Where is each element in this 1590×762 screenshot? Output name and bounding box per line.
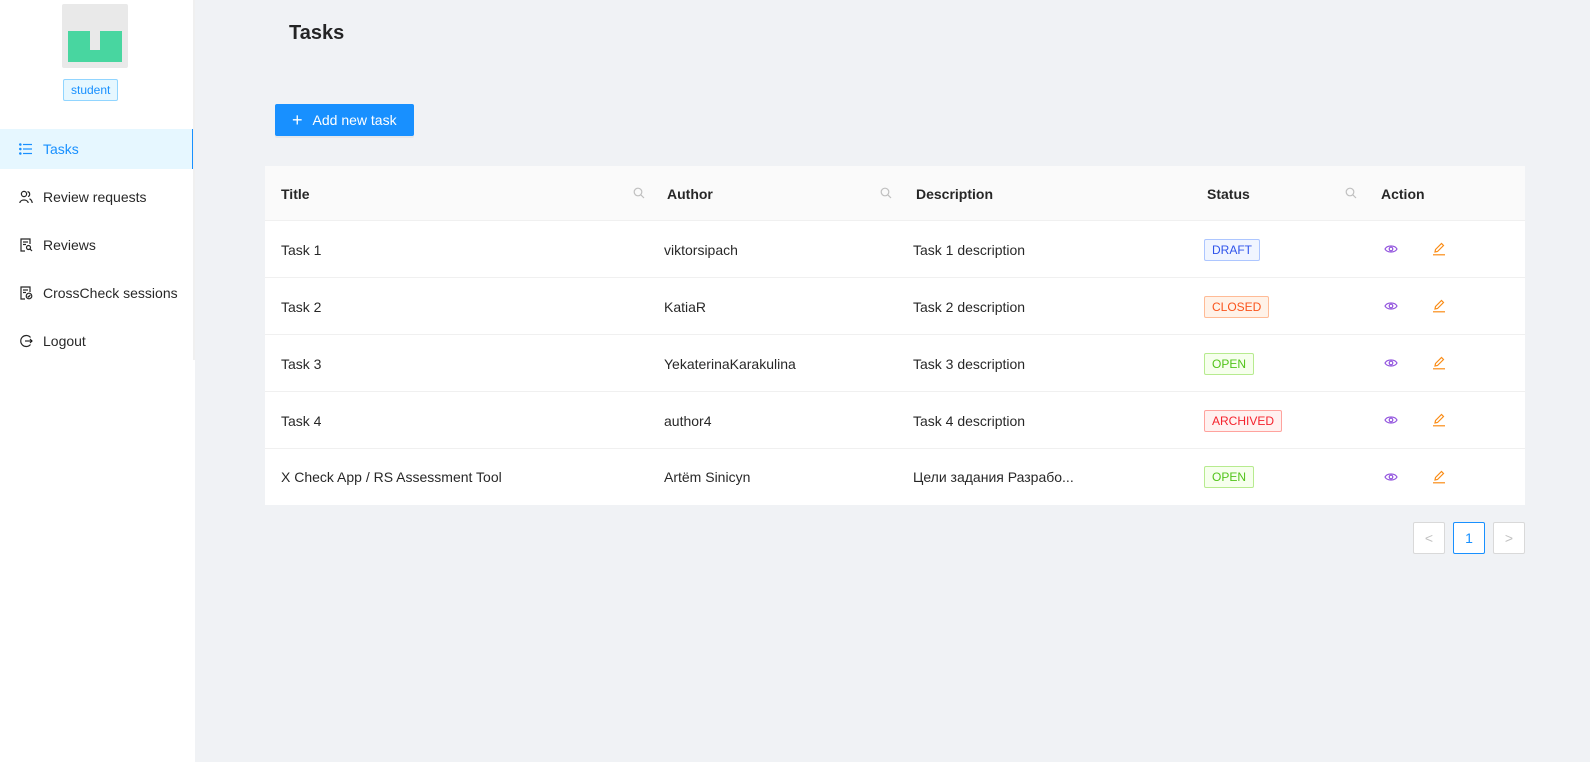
status-badge: CLOSED: [1204, 295, 1270, 318]
add-new-task-button[interactable]: + Add new task: [275, 104, 414, 136]
search-icon[interactable]: [880, 186, 894, 200]
eye-icon[interactable]: [1384, 299, 1400, 315]
status-badge: OPEN: [1204, 352, 1255, 375]
cell-author: author4: [664, 412, 712, 429]
user-group-icon: [18, 189, 34, 205]
cell-description: Task 4 description: [913, 412, 1026, 429]
sidebar-divider: [193, 0, 195, 360]
cell-title: X Check App / RS Assessment Tool: [281, 469, 502, 485]
table-row: Task 3 YekaterinaKarakulina Task 3 descr…: [265, 335, 1525, 392]
edit-icon[interactable]: [1432, 242, 1448, 258]
column-header-description: Description: [916, 185, 994, 202]
sidebar-item-label: Tasks: [43, 141, 79, 157]
table-row: Task 2 KatiaR Task 2 description CLOSED: [265, 278, 1525, 335]
eye-icon[interactable]: [1384, 356, 1400, 372]
pagination-page-1[interactable]: 1: [1453, 522, 1485, 554]
cell-description: Task 3 description: [913, 355, 1026, 372]
status-badge: DRAFT: [1204, 238, 1260, 261]
cell-description: Task 2 description: [913, 298, 1026, 315]
column-header-status: Status: [1207, 185, 1250, 202]
status-badge: OPEN: [1204, 466, 1255, 488]
unordered-list-icon: [18, 141, 34, 157]
table-row: Task 1 viktorsipach Task 1 description D…: [265, 221, 1525, 278]
eye-icon[interactable]: [1384, 470, 1400, 486]
search-icon[interactable]: [633, 186, 647, 200]
add-new-task-label: Add new task: [312, 112, 397, 128]
cell-title: Task 2: [281, 298, 322, 315]
chevron-right-icon: >: [1504, 530, 1514, 546]
table-row: Task 4 author4 Task 4 description ARCHIV…: [265, 392, 1525, 449]
sidebar-item-label: Review requests: [43, 189, 147, 205]
cell-author: KatiaR: [664, 298, 707, 315]
page-title: Tasks: [289, 22, 345, 44]
status-badge: ARCHIVED: [1204, 409, 1283, 432]
sidebar-item-label: Logout: [43, 333, 86, 349]
sidebar-item-review-requests[interactable]: Review requests: [0, 177, 195, 217]
logo-shape: [68, 31, 122, 62]
cell-description: Цели задания Разрабо...: [913, 469, 1074, 485]
cell-author: YekaterinaKarakulina: [664, 355, 796, 372]
eye-icon[interactable]: [1384, 413, 1400, 429]
column-header-title: Title: [281, 185, 310, 202]
column-header-action: Action: [1381, 185, 1425, 202]
table-row: X Check App / RS Assessment Tool Artëm S…: [265, 449, 1525, 505]
sidebar-menu: Tasks Review requests Reviews CrossCheck…: [0, 129, 195, 369]
app-logo[interactable]: [62, 4, 128, 68]
edit-icon[interactable]: [1432, 413, 1448, 429]
cell-title: Task 3: [281, 355, 322, 372]
pagination-next-button[interactable]: >: [1493, 522, 1525, 554]
sidebar-item-crosscheck-sessions[interactable]: CrossCheck sessions: [0, 273, 195, 313]
file-search-icon: [18, 237, 34, 253]
search-icon[interactable]: [1345, 186, 1359, 200]
sidebar-item-reviews[interactable]: Reviews: [0, 225, 195, 265]
cell-title: Task 1: [281, 241, 322, 258]
cell-description: Task 1 description: [913, 241, 1026, 258]
logout-icon: [18, 333, 34, 349]
chevron-left-icon: <: [1424, 530, 1434, 546]
sidebar-item-label: CrossCheck sessions: [43, 285, 178, 301]
role-tag: student: [63, 79, 119, 101]
column-header-author: Author: [667, 185, 713, 202]
cell-author: viktorsipach: [664, 241, 738, 258]
sidebar-item-label: Reviews: [43, 237, 96, 253]
page-number: 1: [1465, 530, 1473, 546]
plus-icon: +: [292, 110, 303, 130]
edit-icon[interactable]: [1432, 470, 1448, 486]
pagination-prev-button[interactable]: <: [1413, 522, 1445, 554]
edit-icon[interactable]: [1432, 356, 1448, 372]
sidebar-item-tasks[interactable]: Tasks: [0, 129, 195, 169]
tasks-table: Title Author Description Status Action T…: [265, 166, 1525, 505]
sidebar-item-logout[interactable]: Logout: [0, 321, 195, 361]
sidebar: student Tasks Review requests Reviews Cr…: [0, 0, 195, 762]
eye-icon[interactable]: [1384, 242, 1400, 258]
cell-author: Artëm Sinicyn: [664, 469, 751, 485]
file-done-icon: [18, 285, 34, 301]
edit-icon[interactable]: [1432, 299, 1448, 315]
table-header: Title Author Description Status Action: [265, 166, 1525, 221]
cell-title: Task 4: [281, 412, 322, 429]
